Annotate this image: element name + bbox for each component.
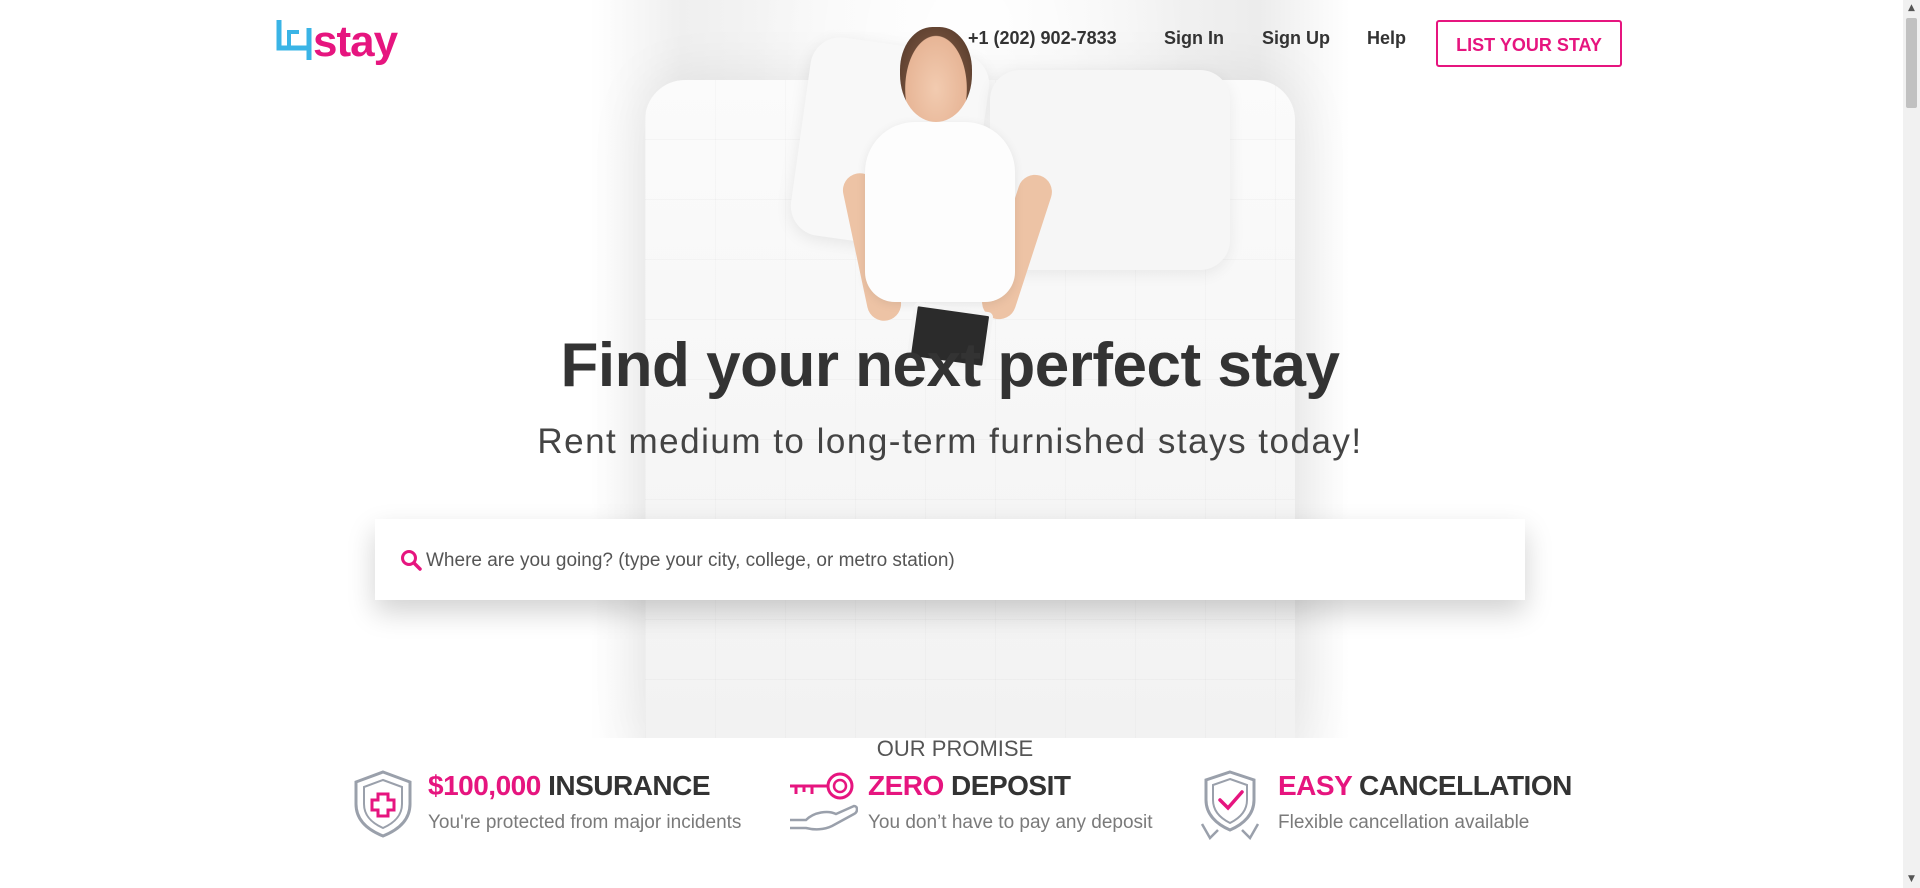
sign-up-link[interactable]: Sign Up [1262,28,1330,49]
cancellation-subtitle: Flexible cancellation available [1278,812,1530,833]
page-scrollbar[interactable]: ▲ ▼ [1903,0,1920,888]
phone-link[interactable]: +1 (202) 902-7833 [968,28,1117,49]
help-link[interactable]: Help [1367,28,1406,49]
search-bar[interactable] [375,519,1525,602]
hero-title: Find your next perfect stay [560,331,1340,400]
logo-text: stay [313,17,398,66]
scroll-up-arrow-icon[interactable]: ▲ [1903,0,1920,17]
key-hand-icon [790,772,858,831]
hero-subtitle: Rent medium to long-term furnished stays… [537,422,1363,461]
shield-plus-icon [354,770,412,838]
sign-in-link[interactable]: Sign In [1164,28,1224,49]
insurance-subtitle: You're protected from major incidents [428,812,742,833]
logo[interactable]: stay [275,16,405,68]
cancellation-title: EASY CANCELLATION [1278,770,1572,801]
deposit-subtitle: You don’t have to pay any deposit [868,812,1153,833]
deposit-title: ZERO DEPOSIT [868,770,1071,801]
search-input[interactable] [424,519,1508,602]
search-icon [401,550,422,571]
list-your-stay-button[interactable]: LIST YOUR STAY [1436,20,1622,67]
insurance-title: $100,000 INSURANCE [428,770,711,801]
check-badge-icon [1200,770,1260,840]
woman-with-tablet-illustration [830,22,1060,371]
our-promise-heading: OUR PROMISE [876,736,1034,761]
scroll-down-arrow-icon[interactable]: ▼ [1903,871,1920,888]
scrollbar-thumb[interactable] [1906,18,1917,108]
logo-mark-icon [276,20,312,60]
